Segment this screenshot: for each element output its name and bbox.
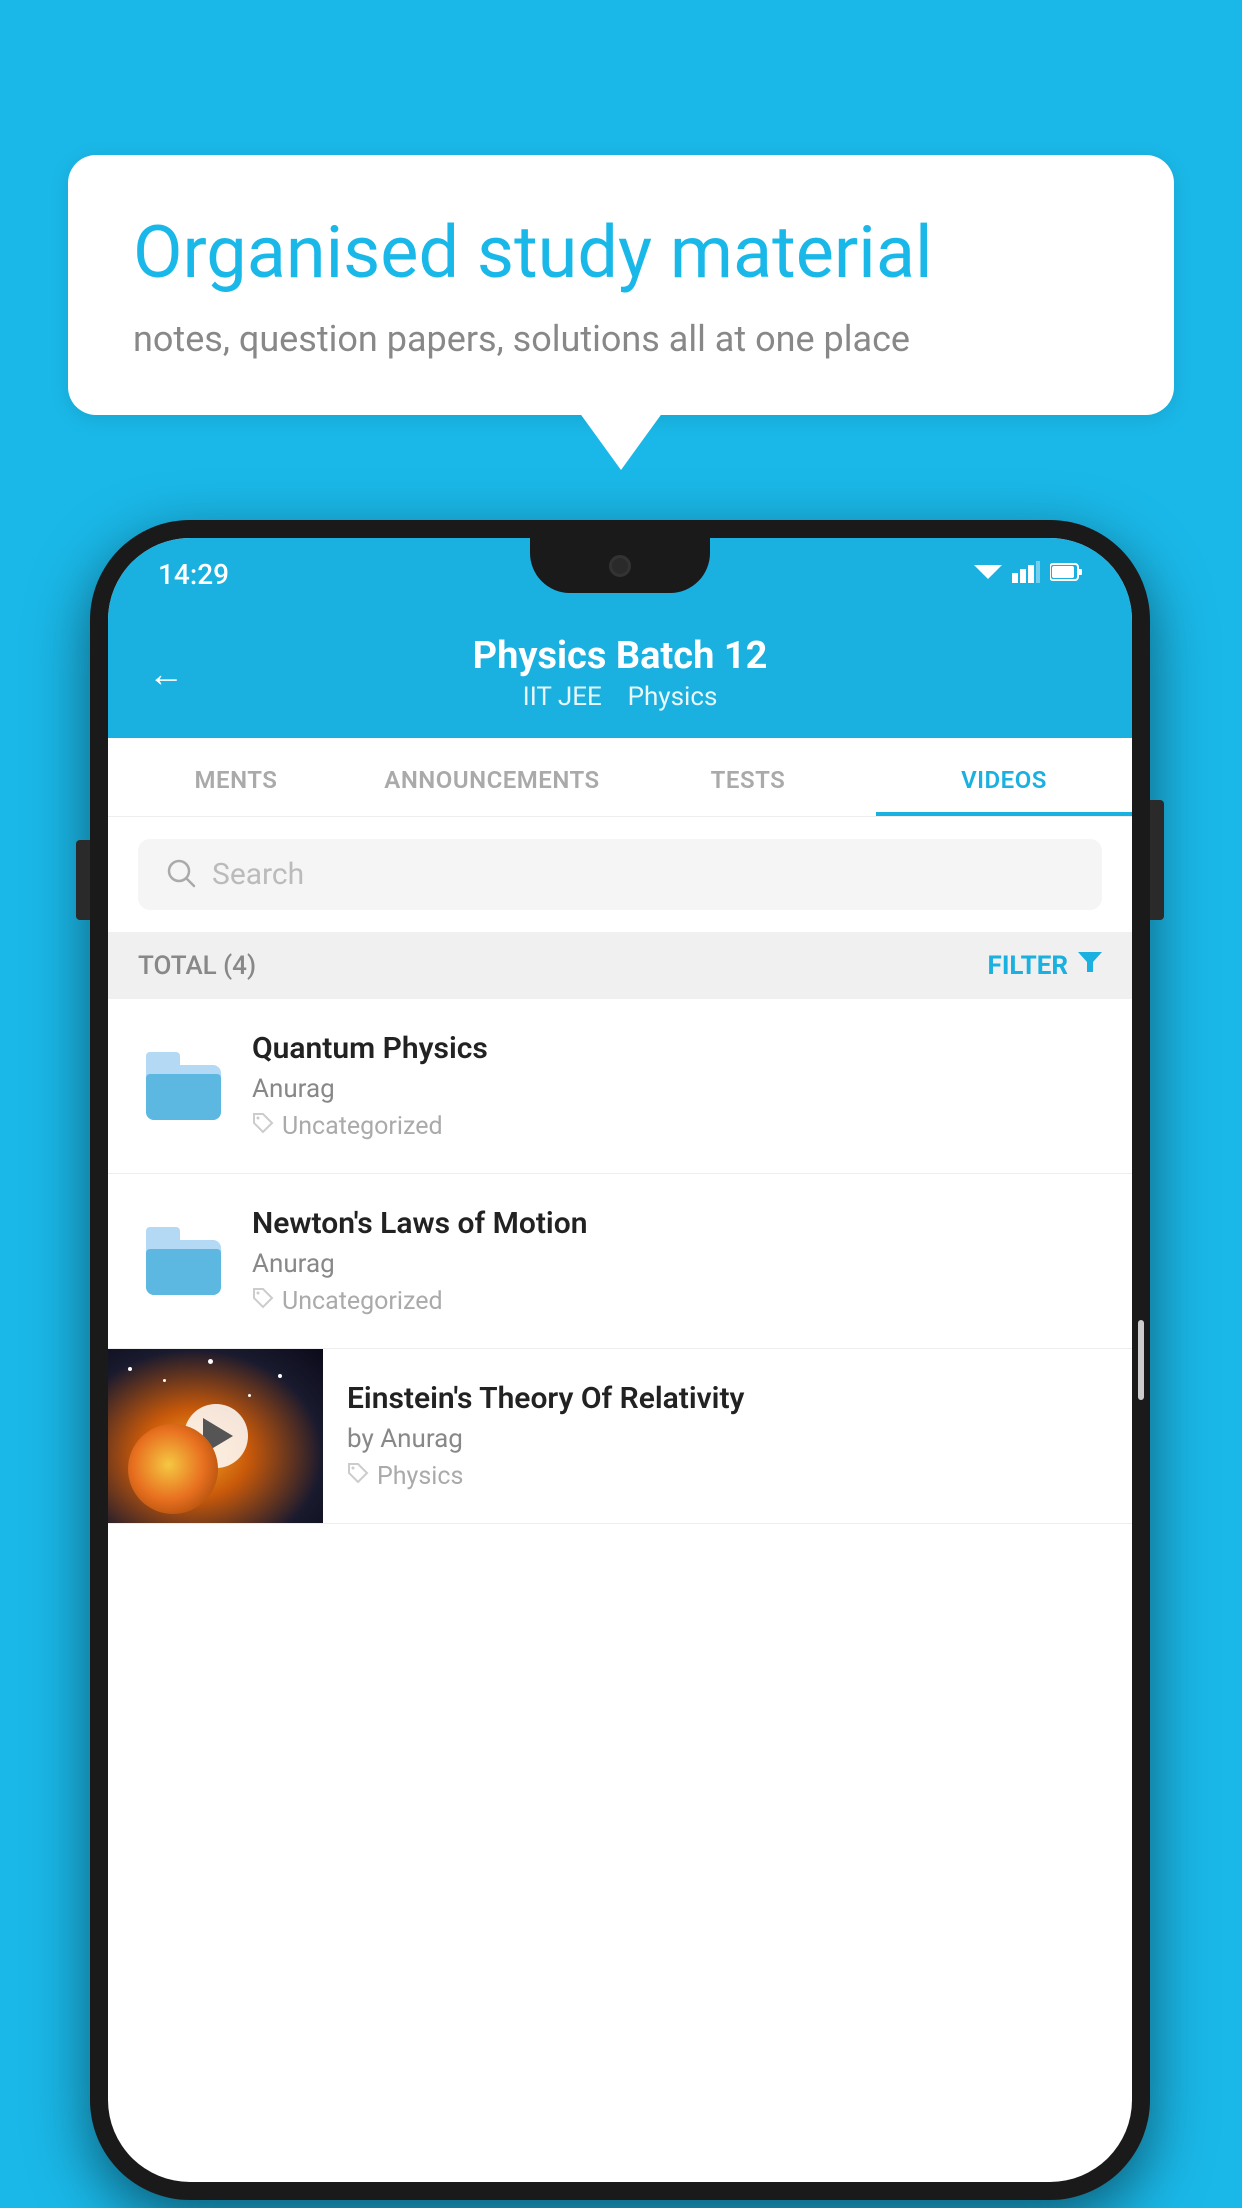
video-title: Newton's Laws of Motion bbox=[252, 1206, 1102, 1241]
tag-icon bbox=[252, 1112, 274, 1141]
speech-bubble-subtitle: notes, question papers, solutions all at… bbox=[133, 318, 1109, 360]
camera-dot bbox=[609, 555, 631, 577]
notch bbox=[530, 538, 710, 593]
video-title: Quantum Physics bbox=[252, 1031, 1102, 1066]
header-subtitle: IIT JEE Physics bbox=[523, 682, 718, 712]
status-bar: 14:29 bbox=[108, 538, 1132, 610]
header-title: Physics Batch 12 bbox=[473, 634, 768, 678]
phone-screen: 14:29 bbox=[108, 538, 1132, 2182]
folder-icon-wrapper bbox=[138, 1041, 228, 1131]
video-author: by Anurag bbox=[347, 1424, 1102, 1454]
tab-ments[interactable]: MENTS bbox=[108, 738, 364, 816]
tabs-container: MENTS ANNOUNCEMENTS TESTS VIDEOS bbox=[108, 738, 1132, 817]
video-thumbnail bbox=[108, 1349, 323, 1524]
status-time: 14:29 bbox=[158, 558, 229, 591]
search-input[interactable]: Search bbox=[212, 857, 304, 892]
status-icons bbox=[974, 561, 1082, 587]
tag-icon bbox=[347, 1462, 369, 1491]
phone-outer: 14:29 bbox=[90, 520, 1150, 2200]
folder-icon-wrapper bbox=[138, 1216, 228, 1306]
search-container: Search bbox=[108, 817, 1132, 932]
phone-mockup: 14:29 bbox=[90, 520, 1150, 2200]
video-list: Quantum Physics Anurag Uncategorized bbox=[108, 999, 1132, 1524]
tab-tests[interactable]: TESTS bbox=[620, 738, 876, 816]
filter-button[interactable]: FILTER bbox=[988, 950, 1102, 981]
video-info: Einstein's Theory Of Relativity by Anura… bbox=[347, 1353, 1102, 1519]
video-author: Anurag bbox=[252, 1249, 1102, 1279]
video-tag: Uncategorized bbox=[252, 1112, 1102, 1141]
list-item[interactable]: Einstein's Theory Of Relativity by Anura… bbox=[108, 1349, 1132, 1524]
folder-icon bbox=[146, 1052, 221, 1120]
video-author: Anurag bbox=[252, 1074, 1102, 1104]
filter-icon bbox=[1078, 950, 1102, 981]
wifi-icon bbox=[974, 561, 1002, 587]
tag-icon bbox=[252, 1287, 274, 1316]
list-item[interactable]: Quantum Physics Anurag Uncategorized bbox=[108, 999, 1132, 1174]
subtitle-course: IIT JEE bbox=[523, 682, 602, 712]
video-tag: Uncategorized bbox=[252, 1287, 1102, 1316]
tag-label: Uncategorized bbox=[282, 1112, 443, 1141]
search-bar[interactable]: Search bbox=[138, 839, 1102, 910]
speech-bubble-title: Organised study material bbox=[133, 210, 1109, 296]
total-count: TOTAL (4) bbox=[138, 951, 256, 981]
filter-label: FILTER bbox=[988, 951, 1068, 981]
tag-label: Uncategorized bbox=[282, 1287, 443, 1316]
folder-icon bbox=[146, 1227, 221, 1295]
subtitle-subject: Physics bbox=[628, 682, 718, 712]
speech-bubble-card: Organised study material notes, question… bbox=[68, 155, 1174, 415]
tab-videos[interactable]: VIDEOS bbox=[876, 738, 1132, 816]
video-tag: Physics bbox=[347, 1462, 1102, 1491]
back-button[interactable]: ← bbox=[148, 653, 184, 695]
signal-icon bbox=[1012, 561, 1040, 587]
tab-announcements[interactable]: ANNOUNCEMENTS bbox=[364, 738, 620, 816]
scroll-indicator bbox=[1138, 1320, 1144, 1400]
search-icon bbox=[166, 858, 196, 892]
list-item[interactable]: Newton's Laws of Motion Anurag Uncategor… bbox=[108, 1174, 1132, 1349]
video-title: Einstein's Theory Of Relativity bbox=[347, 1381, 1102, 1416]
battery-icon bbox=[1050, 562, 1082, 586]
filter-bar: TOTAL (4) FILTER bbox=[108, 932, 1132, 999]
app-header: ← Physics Batch 12 IIT JEE Physics bbox=[108, 610, 1132, 738]
tag-label: Physics bbox=[377, 1462, 463, 1491]
video-info: Newton's Laws of Motion Anurag Uncategor… bbox=[252, 1206, 1102, 1316]
background: Organised study material notes, question… bbox=[0, 0, 1242, 2208]
video-info: Quantum Physics Anurag Uncategorized bbox=[252, 1031, 1102, 1141]
